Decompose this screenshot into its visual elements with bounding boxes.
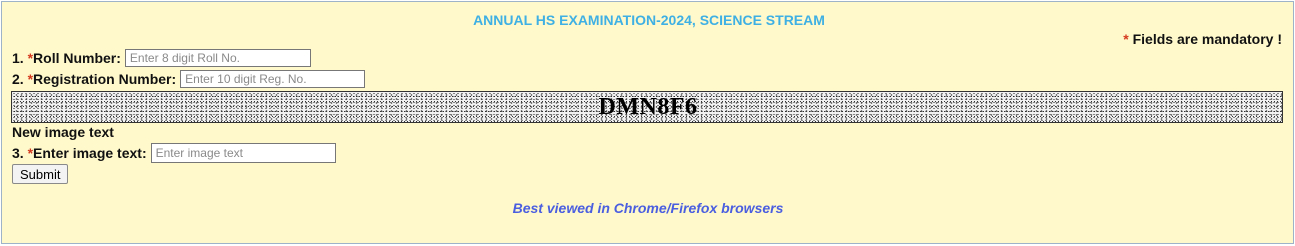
captcha-text-input[interactable] xyxy=(150,143,336,163)
registration-number-input[interactable] xyxy=(180,70,366,88)
roll-number-row: 1. *Roll Number: xyxy=(12,49,311,67)
registration-number-label-text: Registration Number: xyxy=(33,71,177,87)
roll-number-label: 1. *Roll Number: xyxy=(12,50,121,66)
captcha-input-row: 3. *Enter image text: xyxy=(12,143,336,163)
registration-number-row: 2. *Registration Number: xyxy=(12,70,366,88)
roll-number-label-text: Roll Number: xyxy=(33,50,121,66)
page-title: ANNUAL HS EXAMINATION-2024, SCIENCE STRE… xyxy=(473,12,825,28)
mandatory-note-text: Fields are mandatory ! xyxy=(1132,31,1282,47)
mandatory-note: * Fields are mandatory ! xyxy=(1123,31,1282,47)
new-image-text-link[interactable]: New image text xyxy=(12,124,114,140)
field-number: 3. xyxy=(12,145,24,161)
captcha-input-label-text: Enter image text: xyxy=(33,145,147,161)
browser-note: Best viewed in Chrome/Firefox browsers xyxy=(512,200,784,216)
roll-number-input[interactable] xyxy=(124,49,311,67)
captcha-input-label: 3. *Enter image text: xyxy=(12,145,147,161)
field-number: 1. xyxy=(12,50,24,66)
required-star: * xyxy=(1123,31,1129,47)
registration-number-label: 2. *Registration Number: xyxy=(12,71,176,87)
submit-button[interactable]: Submit xyxy=(12,164,69,184)
captcha-image: DMN8F6 xyxy=(11,91,1283,123)
field-number: 2. xyxy=(12,71,24,87)
form-panel: ANNUAL HS EXAMINATION-2024, SCIENCE STRE… xyxy=(1,1,1294,244)
captcha-image-text: DMN8F6 xyxy=(598,94,698,120)
